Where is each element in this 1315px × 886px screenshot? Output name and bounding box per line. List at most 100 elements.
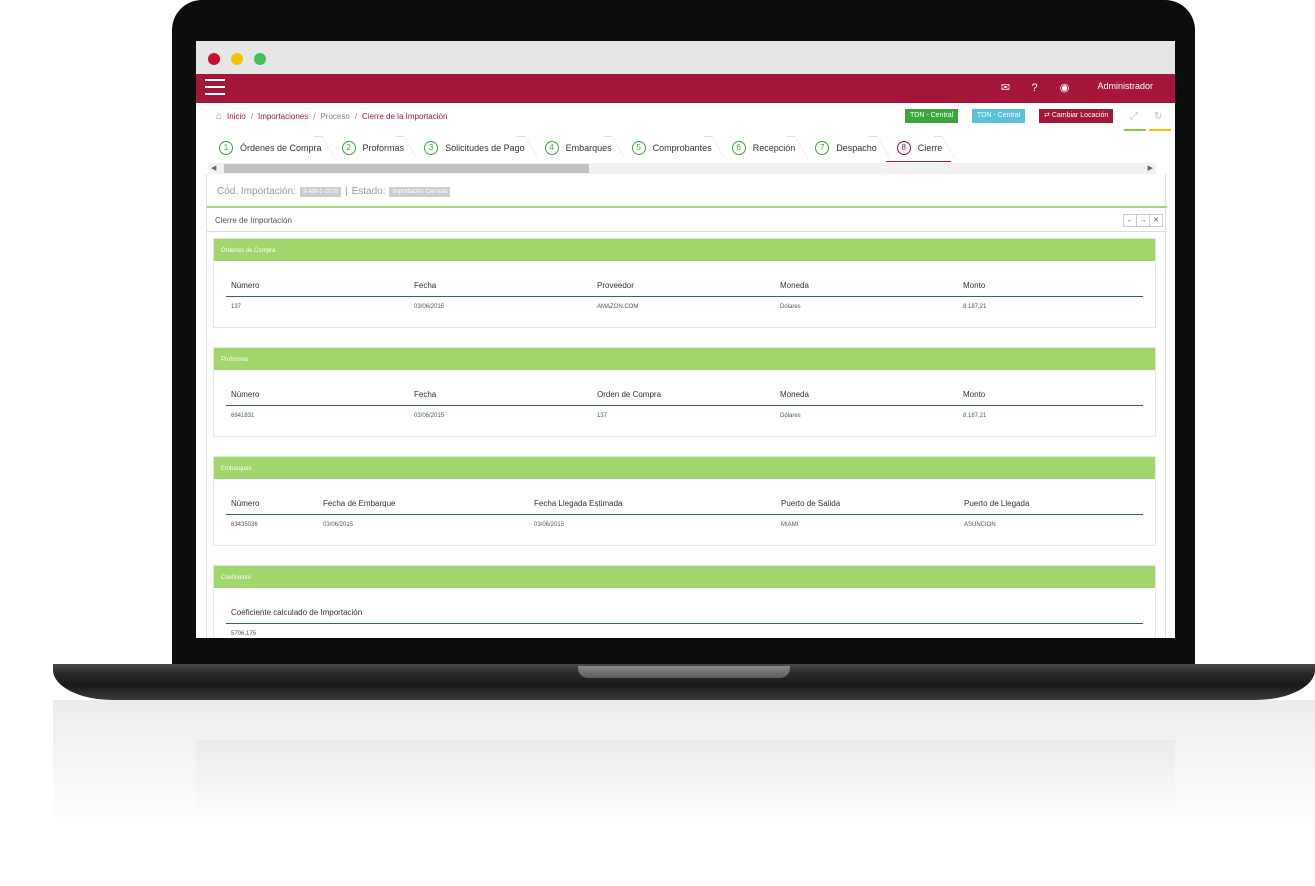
- ordenes-table: Número Fecha Proveedor Moneda Monto 137 …: [226, 275, 1143, 317]
- close-icon[interactable]: ✕: [1149, 214, 1163, 227]
- step-label: Embarques: [565, 143, 612, 153]
- refresh-icon[interactable]: ↻: [1154, 111, 1162, 122]
- breadcrumb-separator: /: [250, 112, 253, 121]
- user-menu[interactable]: Administrador: [1097, 81, 1153, 91]
- arrow-left-icon[interactable]: ←: [1123, 214, 1137, 227]
- step-number: 1: [219, 141, 233, 155]
- card-ordenes-de-compra: Órdenes de Compra Número Fecha Proveedor…: [213, 238, 1156, 328]
- step-ordenes-de-compra[interactable]: 1 Órdenes de Compra: [208, 134, 331, 162]
- main-panel: Cód. Importación: 3-AM-1-2015 | Estado: …: [206, 174, 1167, 638]
- breadcrumb-inicio[interactable]: Inicio: [227, 112, 246, 121]
- location-badge-blue[interactable]: TDN - Central: [972, 109, 1026, 123]
- window-titlebar: [196, 41, 1175, 74]
- table-row[interactable]: 5706,175: [226, 624, 1143, 638]
- proformas-table: Número Fecha Orden de Compra Moneda Mont…: [226, 384, 1143, 426]
- column-header: Proveedor: [597, 281, 634, 290]
- table-cell: 6941831: [231, 413, 255, 419]
- panel-title: Cierre de Importación: [215, 216, 292, 225]
- home-icon: ⌂: [216, 111, 223, 122]
- step-label: Proformas: [362, 143, 405, 153]
- column-header: Coeficiente calculado de Importación: [231, 608, 363, 617]
- table-cell: 83435036: [231, 522, 258, 528]
- menu-icon[interactable]: [205, 79, 225, 97]
- column-header: Monto: [963, 281, 986, 290]
- step-number: 2: [341, 141, 356, 155]
- table-cell: ASUNCION: [964, 522, 996, 528]
- column-header: Fecha: [414, 281, 437, 290]
- maximize-window-button[interactable]: [254, 53, 266, 65]
- shuffle-icon: ⇄: [1044, 112, 1052, 119]
- breadcrumb-bar: ⌂ Inicio / Importaciones / Proceso / Cie…: [196, 103, 1175, 131]
- step-solicitudes-de-pago[interactable]: 3 Solicitudes de Pago: [413, 134, 534, 162]
- card-embarques: Embarques Número Fecha de Embarque Fecha…: [213, 456, 1156, 546]
- table-row[interactable]: 83435036 03/06/2015 03/06/2015 MIAMI ASU…: [226, 515, 1143, 535]
- close-window-button[interactable]: [208, 53, 220, 65]
- step-proformas[interactable]: 2 Proformas: [331, 134, 414, 162]
- table-cell: 8.187,21: [963, 413, 987, 419]
- column-header: Fecha Llegada Estimada: [534, 499, 623, 508]
- column-header: Número: [231, 390, 260, 399]
- step-label: Cierre: [917, 142, 943, 153]
- steps-scrollbar[interactable]: ◀ ▶: [208, 163, 1156, 174]
- screen: ✉ ? ◉ Administrador ⌂ Inicio / Importaci…: [196, 41, 1175, 638]
- column-header: Moneda: [780, 281, 809, 290]
- location-badge-green[interactable]: TDN - Central: [905, 109, 959, 123]
- top-navbar: ✉ ? ◉ Administrador: [196, 74, 1175, 103]
- breadcrumb-separator: /: [313, 112, 316, 121]
- estado-value: Importación Cerrada: [389, 186, 451, 197]
- expand-icon[interactable]: ⤢: [1130, 111, 1138, 122]
- table-cell: Dólares: [780, 304, 801, 310]
- table-cell: MIAMI: [781, 522, 799, 528]
- step-label: Solicitudes de Pago: [445, 143, 525, 153]
- scroll-left-icon[interactable]: ◀: [211, 163, 216, 174]
- column-header: Número: [231, 281, 260, 290]
- table-header: Número Fecha de Embarque Fecha Llegada E…: [226, 493, 1143, 515]
- table-cell: 03/06/2015: [414, 413, 445, 419]
- table-header: Coeficiente calculado de Importación: [226, 602, 1143, 624]
- breadcrumb: ⌂ Inicio / Importaciones / Proceso / Cie…: [216, 111, 447, 122]
- table-cell: 5706,175: [231, 631, 257, 637]
- step-label: Comprobantes: [652, 143, 712, 153]
- step-recepcion[interactable]: 6 Recepción: [721, 134, 805, 162]
- step-embarques[interactable]: 4 Embarques: [534, 134, 621, 162]
- step-comprobantes[interactable]: 5 Comprobantes: [621, 134, 721, 162]
- step-number: 5: [631, 141, 646, 155]
- table-row[interactable]: 6941831 03/06/2015 137 Dólares 8.187,21: [226, 406, 1143, 426]
- change-location-button[interactable]: ⇄ Cambiar Locación: [1039, 109, 1114, 123]
- breadcrumb-importaciones[interactable]: Importaciones: [258, 112, 308, 121]
- laptop-notch: [578, 666, 790, 678]
- coeficiente-table: Coeficiente calculado de Importación 570…: [226, 602, 1143, 638]
- table-cell: 137: [231, 304, 242, 310]
- column-header: Moneda: [780, 390, 809, 399]
- yellow-indicator: [1149, 129, 1171, 131]
- table-cell: 03/06/2015: [534, 522, 565, 528]
- table-cell: 137: [597, 413, 608, 419]
- step-number: 6: [731, 141, 746, 155]
- column-header: Número: [231, 499, 260, 508]
- envelope-icon[interactable]: ✉: [999, 82, 1012, 95]
- help-icon[interactable]: ?: [1028, 82, 1041, 95]
- table-row[interactable]: 137 03/06/2015 AMAZON.COM Dólares 8.187,…: [226, 297, 1143, 317]
- info-separator: |: [344, 186, 348, 197]
- column-header: Orden de Compra: [597, 390, 662, 399]
- change-location-label: Cambiar Locación: [1051, 112, 1109, 119]
- cod-value: 3-AM-1-2015: [299, 186, 341, 197]
- card-proformas: Proformas Número Fecha Orden de Compra M…: [213, 347, 1156, 437]
- table-header: Número Fecha Orden de Compra Moneda Mont…: [226, 384, 1143, 406]
- globe-icon[interactable]: ◉: [1058, 82, 1071, 95]
- scroll-thumb[interactable]: [224, 164, 589, 173]
- column-header: Fecha: [414, 390, 437, 399]
- step-cierre[interactable]: 8 Cierre: [885, 134, 952, 162]
- step-despacho[interactable]: 7 Despacho: [804, 134, 886, 162]
- column-header: Puerto de Salida: [781, 499, 841, 508]
- arrow-right-icon[interactable]: →: [1136, 214, 1150, 227]
- table-header: Número Fecha Proveedor Moneda Monto: [226, 275, 1143, 297]
- scroll-right-icon[interactable]: ▶: [1148, 163, 1153, 174]
- minimize-window-button[interactable]: [231, 53, 243, 65]
- panel-header: Cierre de Importación ← → ✕: [207, 208, 1167, 232]
- breadcrumb-separator: /: [354, 112, 358, 121]
- step-number: 3: [424, 141, 439, 155]
- process-steps: 1 Órdenes de Compra 2 Proformas 3 Solicitud…: [208, 134, 1166, 162]
- card-coeficiente: Coeficiente Coeficiente calculado de Imp…: [213, 565, 1156, 638]
- screen-reflection: [196, 740, 1175, 820]
